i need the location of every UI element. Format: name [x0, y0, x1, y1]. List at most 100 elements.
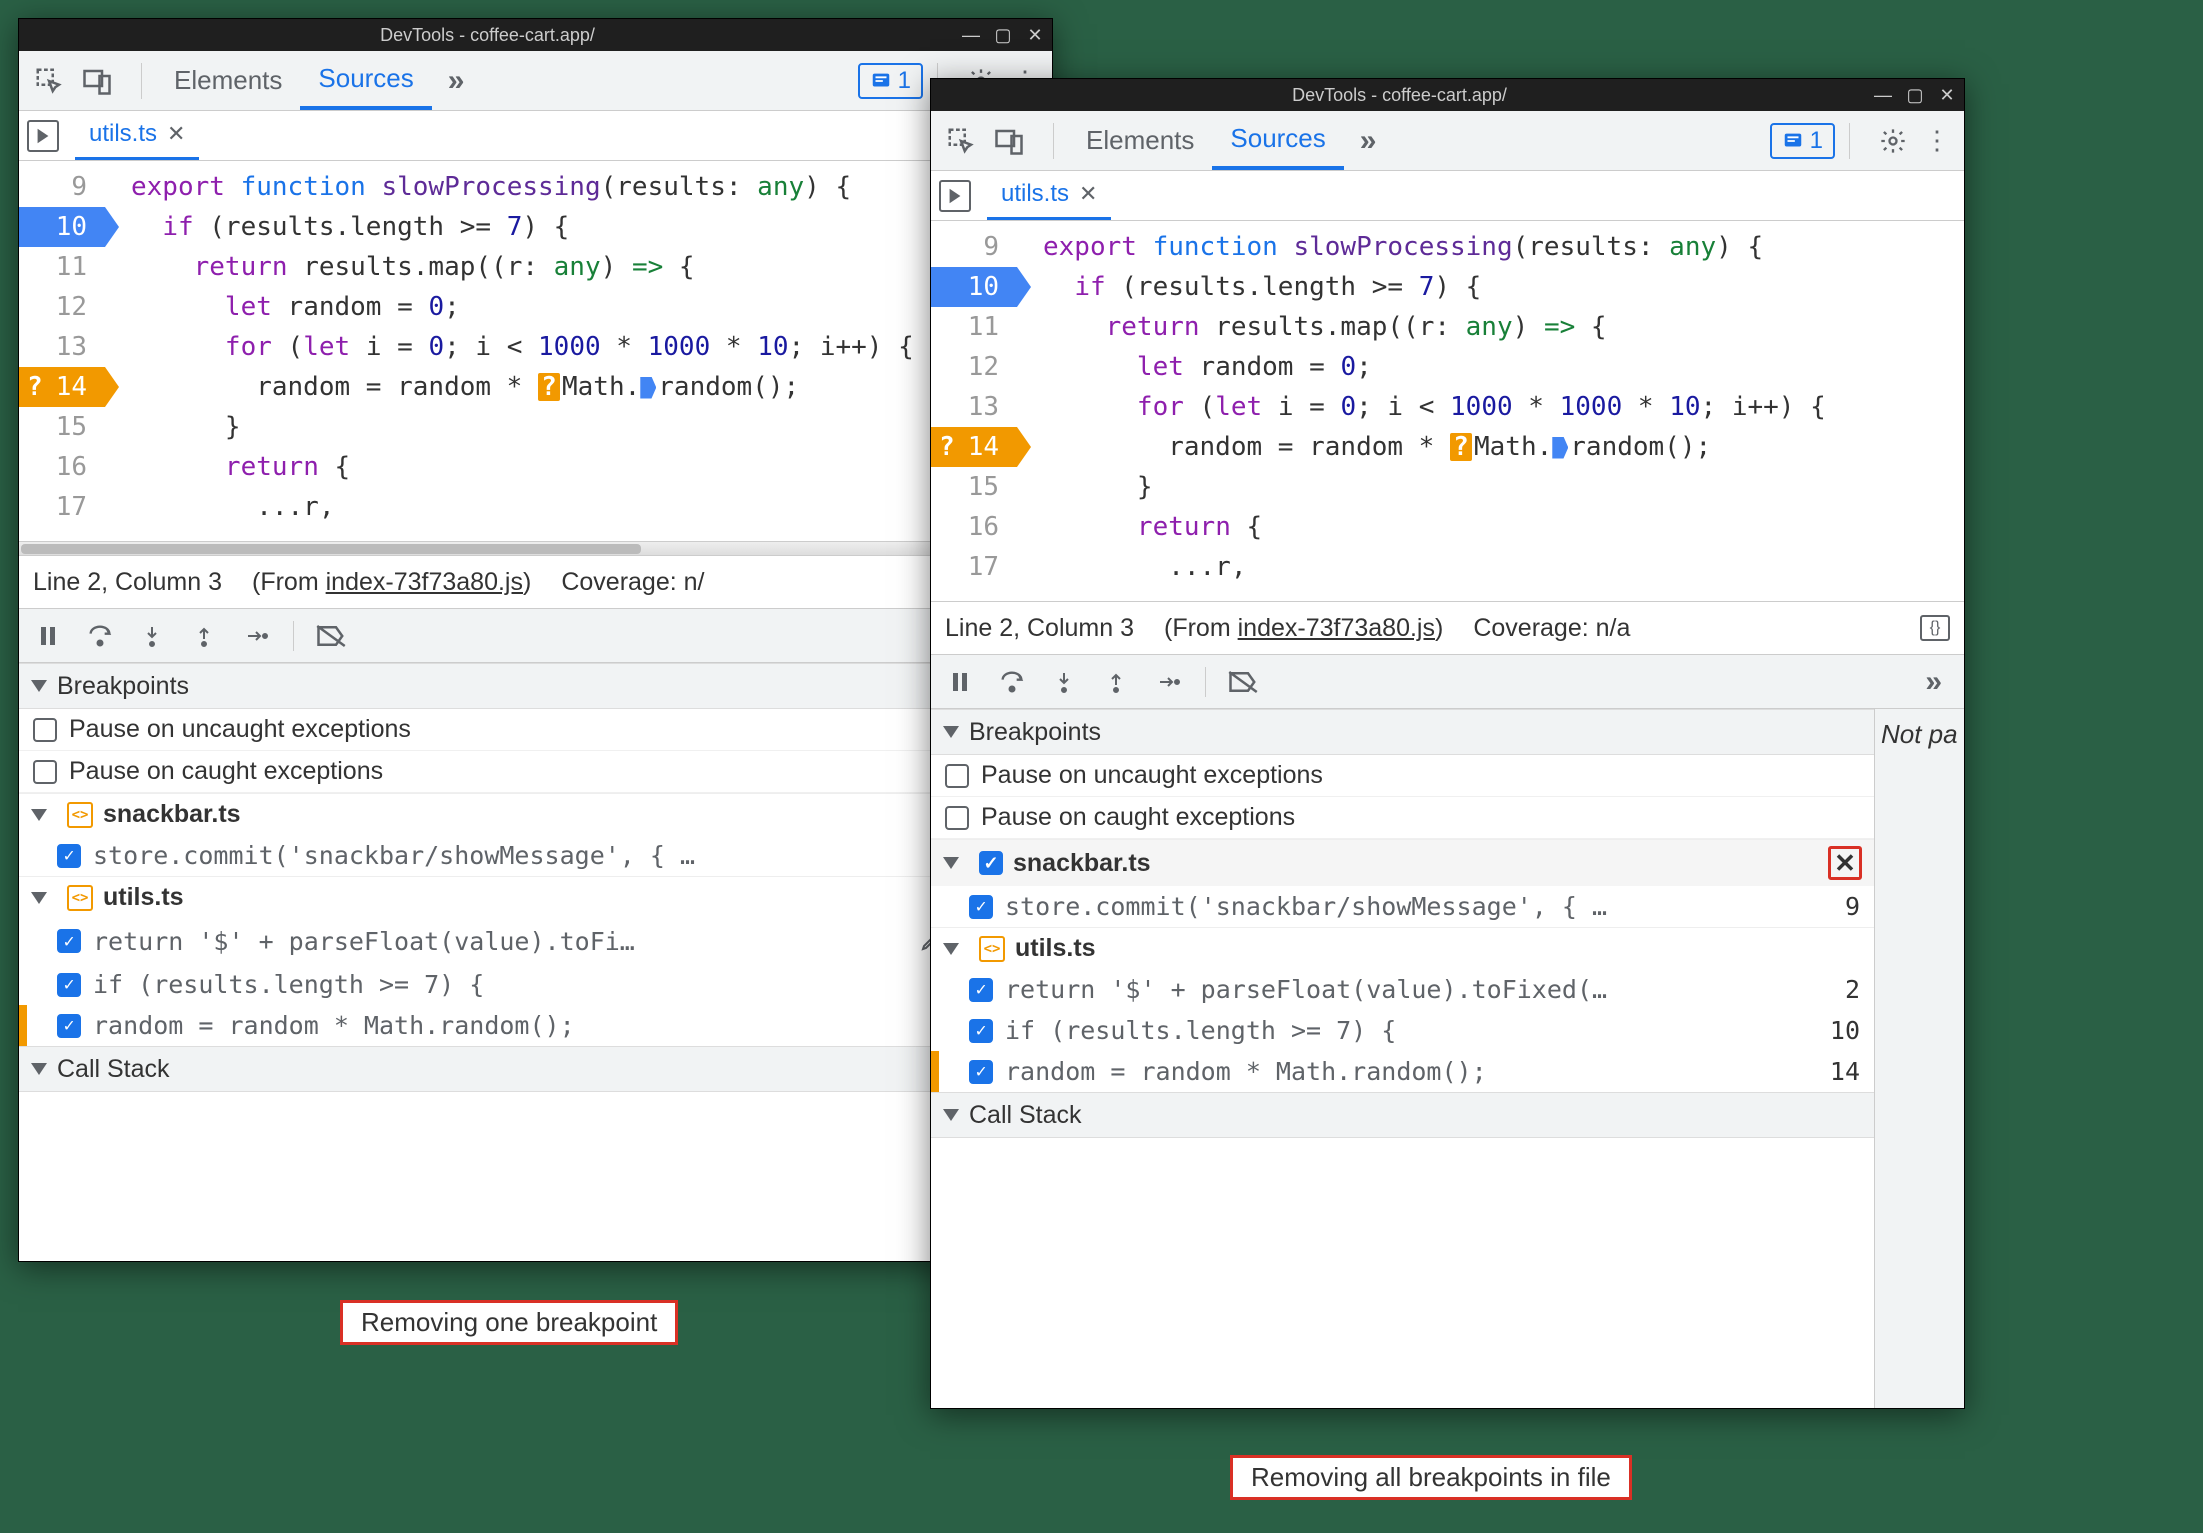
pause-uncaught-row[interactable]: Pause on uncaught exceptions: [19, 709, 1052, 751]
step-over-icon[interactable]: [997, 667, 1027, 697]
statusline: Line 2, Column 3 (From index-73f73a80.js…: [931, 601, 1964, 655]
close-window-icon[interactable]: ✕: [1026, 26, 1044, 44]
checkbox-unchecked[interactable]: [33, 760, 57, 784]
checkbox-checked[interactable]: ✓: [57, 1014, 81, 1038]
devtools-window-right: DevTools - coffee-cart.app/ — ▢ ✕ Elemen…: [930, 78, 1965, 1409]
breakpoint-row[interactable]: ✓ store.commit('snackbar/showMessage', {…: [19, 835, 1052, 876]
line-number: 13: [19, 327, 105, 367]
maximize-icon[interactable]: ▢: [994, 26, 1012, 44]
tab-elements[interactable]: Elements: [156, 51, 300, 110]
checkbox-checked[interactable]: ✓: [969, 1060, 993, 1084]
gutter[interactable]: 9 10 11 12 13 ?14 15 16 17: [19, 161, 105, 541]
pause-uncaught-row[interactable]: Pause on uncaught exceptions: [931, 755, 1874, 797]
divider: [1849, 123, 1850, 159]
tab-elements[interactable]: Elements: [1068, 111, 1212, 170]
step-over-icon[interactable]: [85, 621, 115, 651]
step-out-icon[interactable]: [189, 621, 219, 651]
pretty-print-icon[interactable]: {}: [1920, 615, 1950, 641]
tab-overflow[interactable]: »: [432, 64, 481, 98]
window-title: DevTools - coffee-cart.app/: [27, 25, 948, 46]
checkbox-checked[interactable]: ✓: [969, 895, 993, 919]
breakpoint-file-group[interactable]: <> utils.ts: [19, 876, 1052, 918]
step-into-icon[interactable]: [137, 621, 167, 651]
pause-caught-row[interactable]: Pause on caught exceptions: [19, 751, 1052, 793]
code-editor[interactable]: 9 10 11 12 13 ?14 15 16 17 export functi…: [931, 221, 1964, 601]
line-number: 9: [19, 167, 105, 207]
checkbox-checked[interactable]: ✓: [979, 851, 1003, 875]
breakpoint-row[interactable]: ✓ random = random * Math.random(); 14: [931, 1051, 1874, 1092]
divider: [1053, 123, 1054, 159]
checkbox-unchecked[interactable]: [33, 718, 57, 742]
tab-overflow[interactable]: »: [1344, 124, 1393, 158]
step-icon[interactable]: [241, 621, 271, 651]
issues-count: 1: [898, 67, 911, 95]
gear-icon[interactable]: [1878, 126, 1908, 156]
breakpoint-row[interactable]: ✓ random = random * Math.random(); 14: [19, 1005, 1052, 1046]
pause-caught-row[interactable]: Pause on caught exceptions: [931, 797, 1874, 839]
breakpoint-file-group[interactable]: <> utils.ts: [931, 927, 1874, 969]
remove-file-breakpoints-icon[interactable]: ✕: [1833, 851, 1857, 875]
navigator-toggle-icon[interactable]: [939, 180, 971, 212]
inspect-icon[interactable]: [943, 123, 979, 159]
main-tabstrip: Elements Sources » 1 ⋮: [931, 111, 1964, 171]
pause-icon[interactable]: [945, 667, 975, 697]
file-tab-utils[interactable]: utils.ts ✕: [987, 171, 1111, 220]
device-toggle-icon[interactable]: [79, 63, 115, 99]
breakpoint-row[interactable]: ✓ store.commit('snackbar/showMessage', {…: [931, 886, 1874, 927]
navigator-toggle-icon[interactable]: [27, 120, 59, 152]
titlebar[interactable]: DevTools - coffee-cart.app/ — ▢ ✕: [19, 19, 1052, 51]
tab-sources[interactable]: Sources: [300, 51, 431, 110]
checkbox-checked[interactable]: ✓: [969, 1019, 993, 1043]
panel-overflow[interactable]: »: [1917, 665, 1950, 699]
kebab-icon[interactable]: ⋮: [1922, 126, 1952, 156]
minimize-icon[interactable]: —: [1874, 86, 1892, 104]
checkbox-unchecked[interactable]: [945, 764, 969, 788]
issues-badge[interactable]: 1: [858, 63, 923, 99]
code-lines[interactable]: export function slowProcessing(results: …: [1017, 221, 1964, 601]
chevron-down-icon: [31, 1063, 47, 1075]
step-icon[interactable]: [1153, 667, 1183, 697]
breakpoint-file-group-hovered[interactable]: ✓ snackbar.ts ✕: [931, 839, 1874, 886]
breakpoint-row-hovered[interactable]: ✓ return '$' + parseFloat(value).toFi… ✕…: [19, 918, 1052, 964]
checkbox-checked[interactable]: ✓: [57, 844, 81, 868]
source-from[interactable]: (From index-73f73a80.js): [1164, 614, 1443, 643]
checkbox-checked[interactable]: ✓: [57, 973, 81, 997]
tab-sources[interactable]: Sources: [1212, 111, 1343, 170]
issues-badge[interactable]: 1: [1770, 123, 1835, 159]
coverage-label: Coverage: n/a: [1473, 614, 1630, 643]
step-out-icon[interactable]: [1101, 667, 1131, 697]
horizontal-scrollbar[interactable]: [19, 541, 1052, 555]
code-editor[interactable]: 9 10 11 12 13 ?14 15 16 17 export functi…: [19, 161, 1052, 541]
call-stack-section-header[interactable]: Call Stack: [931, 1092, 1874, 1138]
titlebar[interactable]: DevTools - coffee-cart.app/ — ▢ ✕: [931, 79, 1964, 111]
file-tab-utils[interactable]: utils.ts ✕: [75, 111, 199, 160]
code-lines[interactable]: export function slowProcessing(results: …: [105, 161, 1052, 541]
deactivate-breakpoints-icon[interactable]: [1228, 667, 1258, 697]
breakpoints-section-header[interactable]: Breakpoints: [19, 663, 1052, 709]
maximize-icon[interactable]: ▢: [1906, 86, 1924, 104]
step-into-icon[interactable]: [1049, 667, 1079, 697]
checkbox-checked[interactable]: ✓: [57, 929, 81, 953]
minimize-icon[interactable]: —: [962, 26, 980, 44]
line-number: 11: [19, 247, 105, 287]
line-number: 11: [931, 307, 1017, 347]
close-tab-icon[interactable]: ✕: [1079, 181, 1097, 207]
inspect-icon[interactable]: [31, 63, 67, 99]
line-number: 16: [19, 447, 105, 487]
device-toggle-icon[interactable]: [991, 123, 1027, 159]
close-window-icon[interactable]: ✕: [1938, 86, 1956, 104]
breakpoint-row[interactable]: ✓ if (results.length >= 7) { 10: [19, 964, 1052, 1005]
call-stack-section-header[interactable]: Call Stack: [19, 1046, 1052, 1092]
pause-icon[interactable]: [33, 621, 63, 651]
line-number: 12: [931, 347, 1017, 387]
deactivate-breakpoints-icon[interactable]: [316, 621, 346, 651]
checkbox-checked[interactable]: ✓: [969, 978, 993, 1002]
breakpoint-file-group[interactable]: <> snackbar.ts: [19, 793, 1052, 835]
close-tab-icon[interactable]: ✕: [167, 121, 185, 147]
checkbox-unchecked[interactable]: [945, 806, 969, 830]
breakpoint-row[interactable]: ✓ return '$' + parseFloat(value).toFixed…: [931, 969, 1874, 1010]
breakpoints-section-header[interactable]: Breakpoints: [931, 709, 1874, 755]
breakpoint-row[interactable]: ✓ if (results.length >= 7) { 10: [931, 1010, 1874, 1051]
source-from[interactable]: (From index-73f73a80.js): [252, 568, 531, 597]
gutter[interactable]: 9 10 11 12 13 ?14 15 16 17: [931, 221, 1017, 601]
